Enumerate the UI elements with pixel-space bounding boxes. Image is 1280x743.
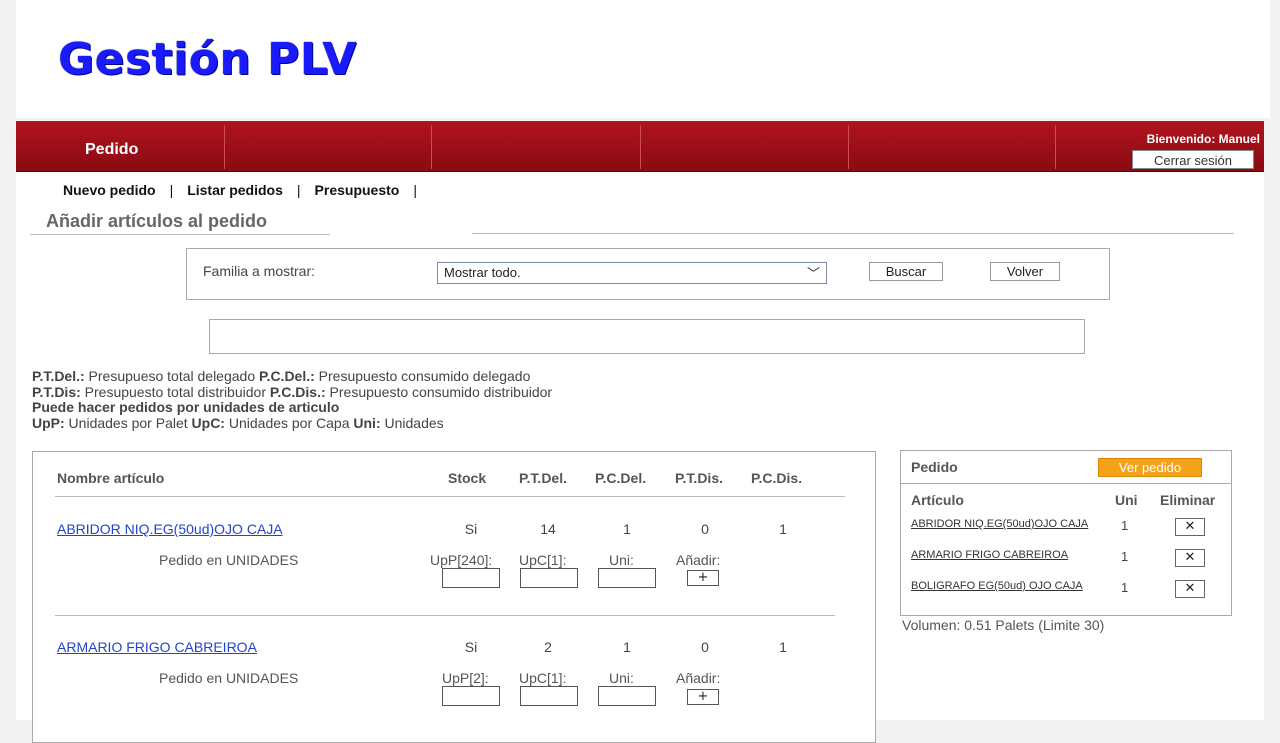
add-button[interactable]: + <box>687 570 719 586</box>
volume-text: Volumen: 0.51 Palets (Limite 30) <box>902 617 1105 633</box>
upc-input[interactable] <box>520 568 578 588</box>
upc-input[interactable] <box>520 686 578 706</box>
subnav-nuevo-pedido[interactable]: Nuevo pedido <box>63 182 156 198</box>
divider <box>55 615 835 616</box>
upc-label: UpC[1]: <box>519 552 567 568</box>
uni-input[interactable] <box>598 568 656 588</box>
menu-item-empty-5 <box>849 125 1056 169</box>
menu-item-pedido-label: Pedido <box>85 141 139 158</box>
articles-panel: Nombre artículo Stock P.T.Del. P.C.Del. … <box>32 451 876 743</box>
logout-button[interactable]: Cerrar sesión <box>1132 150 1254 169</box>
divider <box>472 233 1234 234</box>
pcdel-value: 1 <box>623 639 631 655</box>
top-menu-bar: Pedido Bienvenido: Manuel Cerrar sesión <box>16 121 1264 172</box>
legend-line: P.T.Del.: Presupueso total delegado P.C.… <box>32 368 531 384</box>
upp-label: UpP[240]: <box>430 552 493 568</box>
uni-label: Uni: <box>609 670 634 686</box>
article-link[interactable]: ARMARIO FRIGO CABREIROA <box>57 639 257 655</box>
column-header-pcdel: P.C.Del. <box>595 470 647 486</box>
cart-item-name[interactable]: ABRIDOR NIQ.EG(50ud)OJO CAJA <box>911 518 1089 530</box>
delete-item-button[interactable]: ✕ <box>1175 518 1205 536</box>
legend-line: Puede hacer pedidos por unidades de arti… <box>32 399 340 415</box>
delete-item-button[interactable]: ✕ <box>1175 549 1205 567</box>
ptdel-value: 2 <box>544 639 552 655</box>
article-link[interactable]: ABRIDOR NIQ.EG(50ud)OJO CAJA <box>57 521 283 537</box>
sub-navigation: Nuevo pedido | Listar pedidos | Presupuesto | <box>63 182 431 198</box>
subnav-separator: | <box>296 182 301 198</box>
column-header-ptdel: P.T.Del. <box>519 470 567 486</box>
cart-item-name[interactable]: ARMARIO FRIGO CABREIROA <box>911 549 1089 561</box>
ptdel-value: 14 <box>540 521 556 537</box>
back-button[interactable]: Volver <box>990 262 1060 281</box>
menu-item-empty-2 <box>225 125 432 169</box>
pcdis-value: 1 <box>779 521 787 537</box>
cart-column-uni: Uni <box>1115 492 1138 508</box>
column-header-ptdis: P.T.Dis. <box>675 470 723 486</box>
delete-item-button[interactable]: ✕ <box>1175 580 1205 598</box>
menu-item-empty-3 <box>432 125 641 169</box>
subnav-separator: | <box>413 182 417 198</box>
add-label: Añadir: <box>676 670 721 686</box>
family-filter-label: Familia a mostrar: <box>203 263 316 279</box>
app-page: Pedido Bienvenido: Manuel Cerrar sesión … <box>16 121 1264 743</box>
divider <box>55 496 845 497</box>
family-filter-panel: Familia a mostrar: Mostrar todo. ﹀ Busca… <box>186 248 1110 300</box>
abbreviation-legend: P.T.Del.: Presupueso total delegado P.C.… <box>32 368 553 431</box>
menu-item-empty-4 <box>641 125 849 169</box>
ptdis-value: 0 <box>701 639 709 655</box>
upp-label: UpP[2]: <box>442 670 489 686</box>
cart-item-uni: 1 <box>1121 580 1129 595</box>
add-label: Añadir: <box>676 552 721 568</box>
legend-line: P.T.Dis: Presupuesto total distribuidor … <box>32 383 553 400</box>
view-order-button[interactable]: Ver pedido <box>1098 458 1202 477</box>
column-header-pcdis: P.C.Dis. <box>751 470 803 486</box>
cart-column-delete: Eliminar <box>1160 492 1216 508</box>
pcdel-value: 1 <box>623 521 631 537</box>
upp-input[interactable] <box>442 568 500 588</box>
column-header-stock: Stock <box>448 470 487 486</box>
cart-column-article: Artículo <box>911 492 964 508</box>
slide-title: Gestión PLV <box>58 34 357 85</box>
order-mode-label: Pedido en UNIDADES <box>159 552 299 568</box>
divider <box>30 234 330 235</box>
pcdis-value: 1 <box>779 639 787 655</box>
family-select-value: Mostrar todo. <box>444 265 521 280</box>
menu-item-pedido[interactable]: Pedido <box>16 125 225 169</box>
cart-item-uni: 1 <box>1121 549 1129 564</box>
uni-input[interactable] <box>598 686 656 706</box>
cart-item-uni: 1 <box>1121 518 1129 533</box>
upp-input[interactable] <box>442 686 500 706</box>
stock-value: Si <box>464 521 478 537</box>
cart-item-name[interactable]: BOLIGRAFO EG(50ud) OJO CAJA <box>911 580 1089 592</box>
upc-label: UpC[1]: <box>519 670 567 686</box>
order-cart-panel: Pedido Ver pedido Artículo Uni Eliminar … <box>900 450 1232 616</box>
cart-title: Pedido <box>911 459 958 475</box>
column-header-name: Nombre artículo <box>57 470 165 486</box>
subnav-listar-pedidos[interactable]: Listar pedidos <box>187 182 283 198</box>
section-title: Añadir artículos al pedido <box>46 211 268 231</box>
stock-value: Si <box>464 639 478 655</box>
order-mode-label: Pedido en UNIDADES <box>159 670 299 686</box>
add-button[interactable]: + <box>687 689 719 705</box>
chevron-down-icon: ﹀ <box>806 266 820 281</box>
subnav-presupuesto[interactable]: Presupuesto <box>315 182 400 198</box>
subnav-separator: | <box>169 182 174 198</box>
ptdis-value: 0 <box>701 521 709 537</box>
message-box <box>209 319 1085 354</box>
family-select[interactable]: Mostrar todo. ﹀ <box>437 262 827 284</box>
welcome-text: Bienvenido: Manuel <box>1146 132 1260 146</box>
uni-label: Uni: <box>609 552 634 568</box>
search-button[interactable]: Buscar <box>869 262 943 281</box>
divider <box>901 483 1231 484</box>
legend-line: UpP: Unidades por Palet UpC: Unidades po… <box>32 414 444 431</box>
